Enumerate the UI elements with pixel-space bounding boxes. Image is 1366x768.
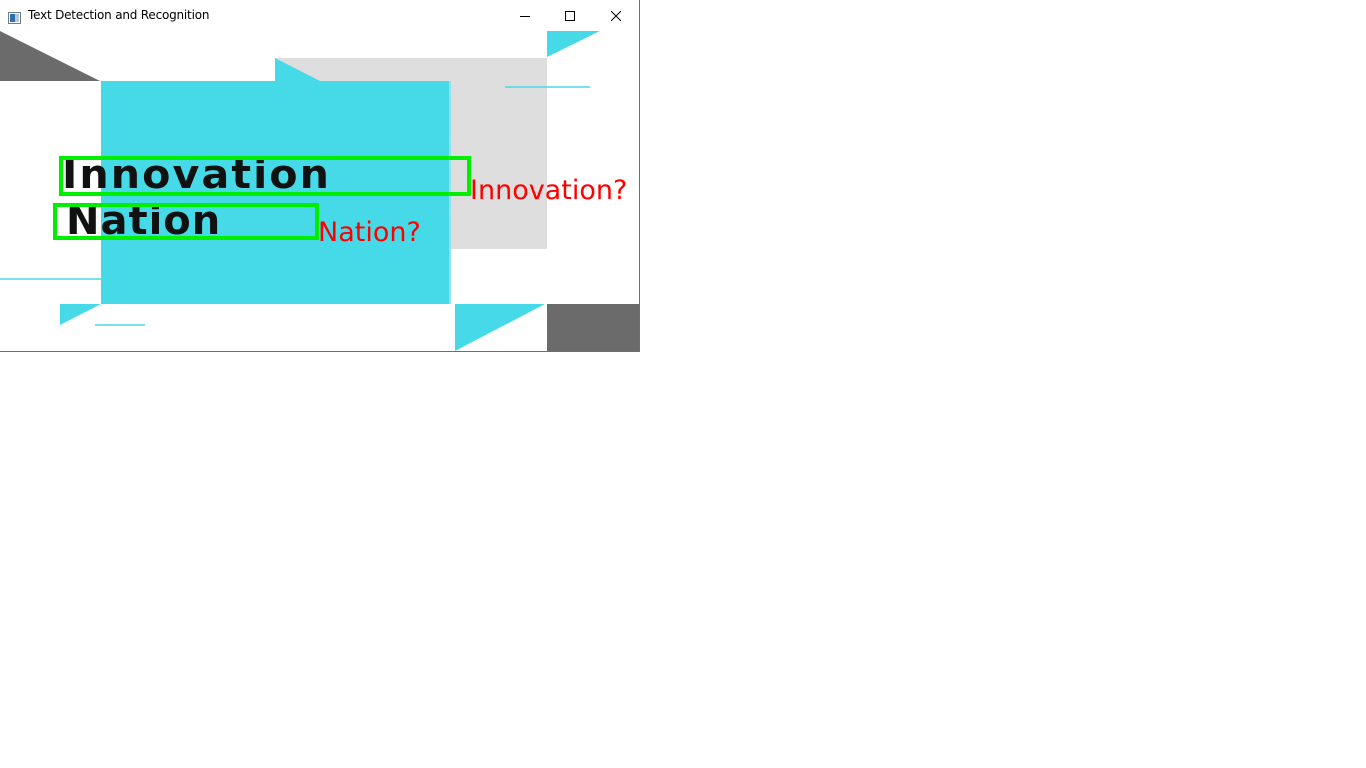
maximize-button[interactable] xyxy=(547,0,593,31)
close-button[interactable] xyxy=(593,0,639,31)
app-window: Text Detection and Recognition Innovatio… xyxy=(0,0,640,352)
close-icon xyxy=(611,10,621,21)
minimize-button[interactable] xyxy=(502,0,548,31)
detection-box-innovation xyxy=(59,156,471,196)
recognized-label-nation: Nation? xyxy=(318,217,421,248)
detection-box-nation xyxy=(53,203,319,240)
desktop: Text Detection and Recognition Innovatio… xyxy=(0,0,1366,768)
minimize-icon xyxy=(520,15,530,17)
maximize-icon xyxy=(565,10,575,21)
recognized-label-innovation: Innovation? xyxy=(470,175,628,206)
image-canvas: Innovation Nation Innovation? Nation? xyxy=(0,31,639,351)
title-bar[interactable]: Text Detection and Recognition xyxy=(0,0,639,31)
window-title: Text Detection and Recognition xyxy=(28,8,210,22)
app-icon xyxy=(8,9,21,24)
